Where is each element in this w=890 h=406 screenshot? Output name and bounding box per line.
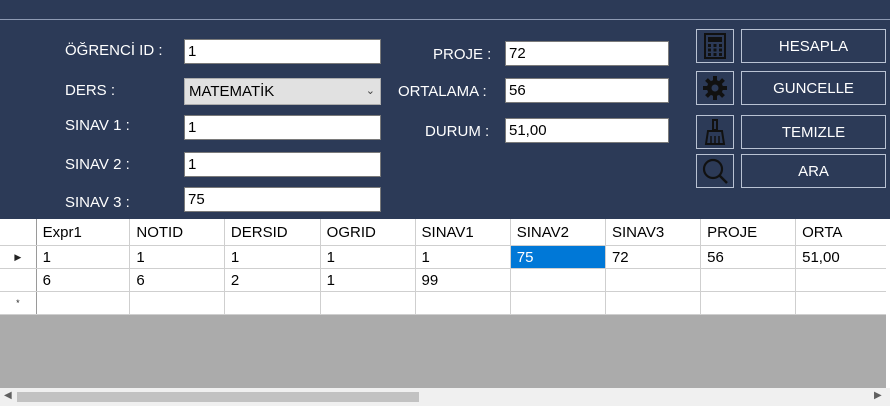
grid-cell[interactable]: 1 (320, 268, 416, 292)
grid-cell[interactable]: 1 (415, 245, 511, 269)
grid-cell[interactable]: 99 (415, 268, 511, 292)
column-header[interactable]: PROJE (700, 219, 797, 246)
column-header[interactable]: OGRID (320, 219, 416, 246)
ders-label: DERS : (65, 82, 116, 99)
grid-cell[interactable] (700, 268, 797, 292)
proje-input[interactable]: 72 (505, 41, 669, 66)
grid-cell[interactable]: 1 (224, 245, 321, 269)
column-header[interactable]: NOTID (129, 219, 225, 246)
grid-cell[interactable] (510, 291, 606, 315)
grid-cell[interactable]: 2 (224, 268, 321, 292)
grid-cell[interactable]: 6 (129, 268, 225, 292)
grid-cell[interactable] (129, 291, 225, 315)
grid-header-row: Expr1 NOTID DERSID OGRID SINAV1 SINAV2 S… (0, 219, 890, 246)
grid-corner (0, 219, 37, 246)
sinav1-input[interactable]: 1 (184, 115, 381, 140)
ortalama-label: ORTALAMA : (398, 83, 487, 100)
grid-cell[interactable]: 6 (36, 268, 131, 292)
ogrenci-id-label: ÖĞRENCİ ID : (65, 42, 163, 59)
sinav1-label: SINAV 1 : (65, 117, 130, 134)
ortalama-input[interactable]: 56 (505, 78, 669, 103)
ders-select[interactable]: MATEMATİK ⌄ (184, 78, 381, 105)
grid-cell[interactable] (36, 291, 131, 315)
row-header[interactable] (0, 268, 37, 292)
grid-cell[interactable]: 1 (320, 245, 416, 269)
column-header[interactable]: SINAV1 (415, 219, 511, 246)
ders-select-value: MATEMATİK (189, 83, 275, 100)
sinav2-label: SINAV 2 : (65, 156, 130, 173)
grid-cell[interactable]: 51,00 (795, 245, 890, 269)
gear-icon[interactable] (696, 71, 734, 105)
search-icon[interactable] (696, 154, 734, 188)
sinav3-label: SINAV 3 : (65, 194, 130, 211)
durum-input[interactable]: 51,00 (505, 118, 669, 143)
scroll-left-icon[interactable]: ◀ (4, 390, 12, 401)
sinav3-input[interactable]: 75 (184, 187, 381, 212)
grid-table: Expr1 NOTID DERSID OGRID SINAV1 SINAV2 S… (0, 219, 890, 315)
broom-icon[interactable] (696, 115, 734, 149)
column-header[interactable]: Expr1 (36, 219, 131, 246)
grid-cell[interactable] (795, 268, 890, 292)
grid-cell[interactable] (605, 291, 702, 315)
scrollbar-thumb[interactable] (17, 392, 419, 402)
grid-cell[interactable] (700, 291, 797, 315)
ara-button[interactable]: ARA (741, 154, 886, 188)
horizontal-scrollbar[interactable]: ◀ ▶ (0, 388, 890, 406)
sinav2-input[interactable]: 1 (184, 152, 381, 177)
scroll-right-icon[interactable]: ▶ (874, 390, 882, 401)
hesapla-button[interactable]: HESAPLA (741, 29, 886, 63)
grid-cell[interactable]: 1 (36, 245, 131, 269)
grid-cell-selected[interactable]: 75 (510, 245, 606, 269)
grid-cell[interactable] (795, 291, 890, 315)
grid-right-border (886, 219, 890, 389)
column-header[interactable]: SINAV3 (605, 219, 702, 246)
temizle-button[interactable]: TEMIZLE (741, 115, 886, 149)
table-row[interactable]: 6 6 2 1 99 (0, 268, 890, 292)
column-header[interactable]: DERSID (224, 219, 321, 246)
grid-cell[interactable] (415, 291, 511, 315)
grid-cell[interactable] (510, 268, 606, 292)
durum-label: DURUM : (425, 123, 490, 140)
current-row-arrow-icon[interactable]: ▶ (0, 245, 37, 269)
chevron-down-icon: ⌄ (365, 85, 375, 97)
grid-cell[interactable] (605, 268, 702, 292)
column-header[interactable]: SINAV2 (510, 219, 606, 246)
column-header[interactable]: ORTA (795, 219, 890, 246)
new-row-marker[interactable]: * (0, 291, 37, 315)
grid-cell[interactable] (224, 291, 321, 315)
data-grid[interactable]: Expr1 NOTID DERSID OGRID SINAV1 SINAV2 S… (0, 219, 890, 406)
grid-cell[interactable]: 56 (700, 245, 797, 269)
title-separator (0, 19, 890, 20)
proje-label: PROJE : (433, 46, 492, 63)
new-row[interactable]: * (0, 291, 890, 315)
ogrenci-id-input[interactable]: 1 (184, 39, 381, 64)
grid-cell[interactable] (320, 291, 416, 315)
calculator-icon[interactable] (696, 29, 734, 63)
grid-cell[interactable]: 1 (129, 245, 225, 269)
grid-cell[interactable]: 72 (605, 245, 702, 269)
guncelle-button[interactable]: GUNCELLE (741, 71, 886, 105)
table-row[interactable]: ▶ 1 1 1 1 1 75 72 56 51,00 (0, 245, 890, 269)
